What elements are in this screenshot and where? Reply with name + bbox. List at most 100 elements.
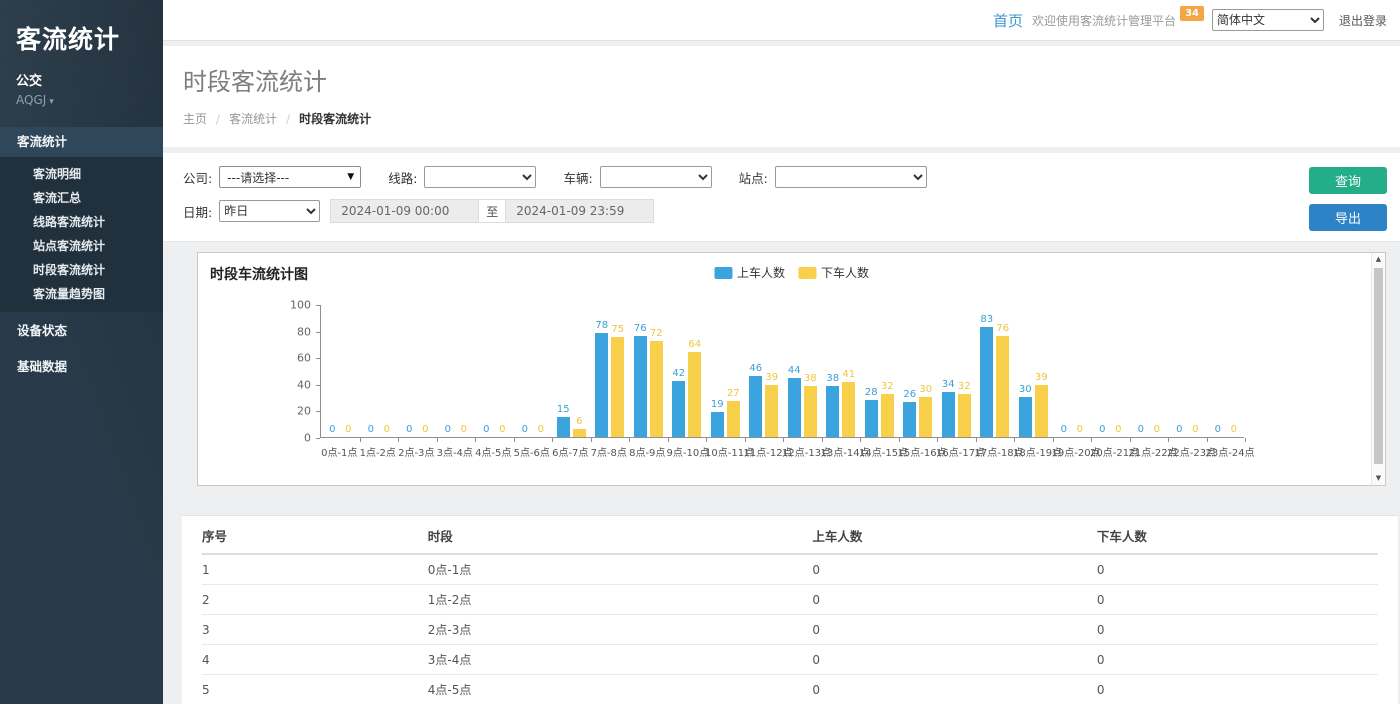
chart-scrollbar[interactable]: ▲ ▼ — [1371, 253, 1385, 485]
下车人数-bar — [958, 394, 971, 437]
bar-group-18: 3039 — [1014, 305, 1053, 437]
company-select[interactable]: ---请选择--- ▼ — [219, 166, 361, 188]
上车人数-bar — [711, 412, 724, 437]
bar-group-4: 00 — [475, 305, 514, 437]
bar-value-label: 30 — [1019, 384, 1032, 396]
上车人数-bar — [903, 402, 916, 437]
上车人数-bar — [1019, 397, 1032, 437]
sidebar-item-device-status[interactable]: 设备状态 — [0, 316, 163, 346]
上车人数-bar — [865, 400, 878, 437]
bar-value-label: 38 — [804, 373, 817, 385]
bar-value-label: 32 — [881, 381, 894, 393]
table-cell: 0 — [1097, 615, 1378, 645]
bar-group-2: 00 — [398, 305, 437, 437]
bar-value-label: 0 — [461, 424, 467, 436]
bar-column: 32 — [958, 381, 971, 437]
bar-group-10: 1927 — [706, 305, 745, 437]
brand-subtitle: 公交 — [16, 70, 147, 89]
date-start-input[interactable] — [330, 199, 478, 223]
bar-value-label: 76 — [996, 323, 1009, 335]
chart-title: 时段车流统计图 — [210, 264, 308, 284]
table-header-row: 序号时段上车人数下车人数 — [202, 516, 1378, 554]
main-area: 首页 欢迎使用客流统计管理平台 34 简体中文 退出登录 时段客流统计 主页 /… — [163, 0, 1400, 704]
date-preset-select[interactable]: 昨日 — [219, 200, 320, 222]
sidebar-subitem-0[interactable]: 客流明细 — [0, 162, 163, 186]
bar-group-16: 3432 — [937, 305, 976, 437]
breadcrumb-separator: / — [216, 112, 220, 126]
y-axis-tick — [316, 438, 320, 439]
x-axis-tick — [822, 438, 823, 442]
company-label: 公司: — [183, 168, 212, 187]
bar-group-13: 3841 — [822, 305, 861, 437]
x-axis-tick — [437, 438, 438, 442]
x-axis-tick-label: 13点-14点 — [821, 444, 860, 459]
topbar: 首页 欢迎使用客流统计管理平台 34 简体中文 退出登录 — [163, 0, 1400, 41]
x-axis-tick — [783, 438, 784, 442]
sidebar-subitem-4[interactable]: 时段客流统计 — [0, 258, 163, 282]
bar-column: 27 — [727, 388, 740, 437]
org-dropdown[interactable]: AQGJ▾ — [16, 93, 147, 107]
bar-value-label: 27 — [727, 388, 740, 400]
x-axis-tick-label: 10点-11点 — [705, 444, 744, 459]
export-button[interactable]: 导出 — [1309, 204, 1387, 231]
table-header-cell: 序号 — [202, 516, 428, 554]
query-button[interactable]: 查询 — [1309, 167, 1387, 194]
bar-value-label: 0 — [522, 424, 528, 436]
bar-value-label: 0 — [384, 424, 390, 436]
sidebar-subitem-2[interactable]: 线路客流统计 — [0, 210, 163, 234]
table-row-5: 54点-5点00 — [202, 675, 1378, 704]
x-axis-tick-label: 9点-10点 — [667, 444, 706, 459]
table-cell: 0 — [1097, 554, 1378, 585]
bar-column: 0 — [1134, 424, 1147, 437]
x-axis-tick-label: 0点-1点 — [320, 444, 359, 459]
station-select[interactable] — [775, 166, 927, 188]
scroll-up-icon[interactable]: ▲ — [1372, 253, 1385, 266]
language-select[interactable]: 简体中文 — [1212, 9, 1324, 31]
bar-value-label: 39 — [765, 372, 778, 384]
home-link[interactable]: 首页 — [993, 10, 1023, 31]
data-table: 序号时段上车人数下车人数 10点-1点0021点-2点0032点-3点0043点… — [202, 516, 1378, 704]
x-axis-tick — [1091, 438, 1092, 442]
sidebar-subitem-1[interactable]: 客流汇总 — [0, 186, 163, 210]
bar-column: 78 — [595, 320, 608, 437]
bar-column: 15 — [557, 404, 570, 437]
breadcrumb-passenger-stats[interactable]: 客流统计 — [229, 110, 277, 127]
bar-value-label: 0 — [1176, 424, 1182, 436]
date-end-input[interactable] — [506, 199, 654, 223]
table-cell: 2点-3点 — [428, 615, 813, 645]
bar-column: 28 — [865, 387, 878, 437]
vehicle-select[interactable] — [600, 166, 712, 188]
page-header: 时段客流统计 主页 / 客流统计 / 时段客流统计 — [163, 46, 1400, 147]
table-row-2: 21点-2点00 — [202, 585, 1378, 615]
sidebar-subitem-5[interactable]: 客流量趋势图 — [0, 282, 163, 306]
x-axis-tick-label: 15点-16点 — [898, 444, 937, 459]
x-axis-tick — [475, 438, 476, 442]
x-axis-tick-label: 21点-22点 — [1129, 444, 1168, 459]
bar-value-label: 0 — [1192, 424, 1198, 436]
bar-group-7: 7875 — [591, 305, 630, 437]
bar-value-label: 0 — [1138, 424, 1144, 436]
bar-column: 39 — [1035, 372, 1048, 437]
line-label: 线路: — [388, 168, 417, 187]
notification-badge[interactable]: 34 — [1180, 6, 1204, 21]
line-select[interactable] — [424, 166, 536, 188]
logout-link[interactable]: 退出登录 — [1339, 12, 1387, 29]
bar-column: 38 — [826, 373, 839, 437]
sidebar-section-passenger-stats[interactable]: 客流统计 — [0, 127, 163, 157]
brand-block: 客流统计 公交 AQGJ▾ — [0, 0, 163, 121]
scrollbar-thumb[interactable] — [1374, 268, 1383, 464]
content-body: 时段车流统计图 上车人数下车人数 100806040200 0000000000… — [163, 242, 1400, 704]
breadcrumb-home[interactable]: 主页 — [183, 110, 207, 127]
bar-column: 76 — [996, 323, 1009, 437]
legend-item-0[interactable]: 上车人数 — [714, 264, 785, 281]
bar-column: 76 — [634, 323, 647, 437]
legend-item-1[interactable]: 下车人数 — [798, 264, 869, 281]
sidebar-subitem-3[interactable]: 站点客流统计 — [0, 234, 163, 258]
breadcrumb-separator: / — [286, 112, 290, 126]
sidebar-item-basic-data[interactable]: 基础数据 — [0, 352, 163, 382]
scroll-down-icon[interactable]: ▼ — [1372, 472, 1385, 485]
bar-column: 26 — [903, 389, 916, 437]
bar-value-label: 0 — [1115, 424, 1121, 436]
bar-column: 34 — [942, 379, 955, 437]
bar-group-5: 00 — [514, 305, 553, 437]
